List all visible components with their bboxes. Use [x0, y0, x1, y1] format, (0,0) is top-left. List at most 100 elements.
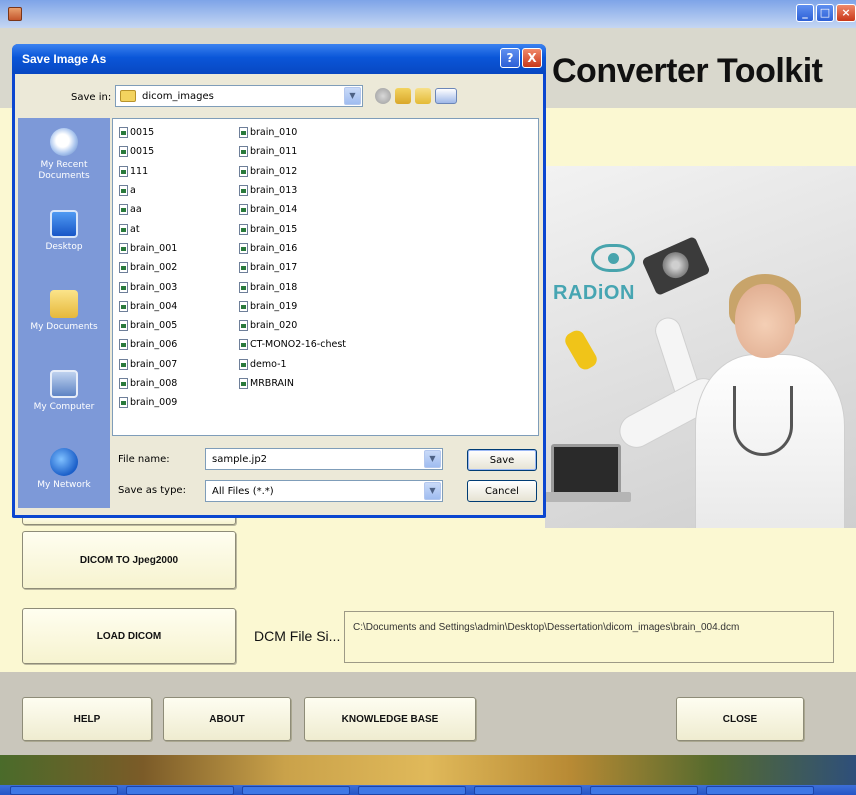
- list-item[interactable]: MRBRAIN: [239, 374, 346, 393]
- file-name: a: [130, 185, 136, 197]
- file-name: brain_008: [130, 378, 178, 389]
- file-icon: [239, 127, 248, 139]
- list-item[interactable]: brain_010: [239, 123, 346, 142]
- file-name: brain_015: [250, 223, 298, 235]
- list-item[interactable]: a: [119, 181, 177, 200]
- list-item[interactable]: brain_007: [119, 355, 177, 374]
- file-icon: [239, 300, 248, 312]
- file-name: at: [130, 223, 140, 235]
- file-icon: [119, 242, 128, 254]
- up-folder-icon[interactable]: [395, 88, 411, 104]
- list-item[interactable]: CT-MONO2-16-chest: [239, 335, 346, 354]
- taskbar-item[interactable]: [474, 786, 582, 795]
- list-item[interactable]: brain_020: [239, 316, 346, 335]
- chevron-down-icon[interactable]: ▼: [344, 87, 361, 105]
- views-menu-icon[interactable]: [435, 88, 457, 104]
- close-button[interactable]: CLOSE: [676, 697, 804, 741]
- save-as-type-dropdown[interactable]: All Files (*.*) ▼: [205, 480, 443, 502]
- place-desktop[interactable]: Desktop: [18, 210, 110, 253]
- file-name-field[interactable]: sample.jp2 ▼: [205, 448, 443, 470]
- app-title: Converter Toolkit: [552, 52, 823, 90]
- new-folder-icon[interactable]: [415, 88, 431, 104]
- file-name: brain_018: [250, 281, 298, 293]
- hard-drive-icon: [641, 235, 711, 297]
- list-item[interactable]: brain_009: [119, 393, 177, 412]
- dialog-help-button[interactable]: ?: [500, 48, 520, 68]
- help-button[interactable]: HELP: [22, 697, 152, 741]
- window-close-button[interactable]: ×: [836, 4, 856, 22]
- taskbar-item[interactable]: [706, 786, 814, 795]
- list-item[interactable]: brain_012: [239, 162, 346, 181]
- list-item[interactable]: brain_017: [239, 258, 346, 277]
- list-item[interactable]: brain_013: [239, 181, 346, 200]
- place-my-recent-documents[interactable]: My Recent Documents: [18, 128, 110, 182]
- list-item[interactable]: 111: [119, 162, 177, 181]
- file-icon: [119, 397, 128, 409]
- list-item[interactable]: brain_015: [239, 219, 346, 238]
- file-icon: [119, 127, 128, 139]
- chevron-down-icon[interactable]: ▼: [424, 482, 441, 500]
- load-dicom-button[interactable]: LOAD DICOM: [22, 608, 236, 664]
- file-name: brain_007: [130, 358, 178, 370]
- taskbar-item[interactable]: [126, 786, 234, 795]
- list-item[interactable]: 0015: [119, 123, 177, 142]
- file-name: demo-1: [250, 358, 287, 370]
- file-name: brain_006: [130, 339, 178, 351]
- cancel-button[interactable]: Cancel: [467, 480, 537, 502]
- taskbar-item[interactable]: [10, 786, 118, 795]
- file-icon: [119, 146, 128, 158]
- file-icon: [239, 358, 248, 370]
- file-name: brain_017: [250, 262, 298, 274]
- place-my-computer[interactable]: My Computer: [18, 370, 110, 413]
- chevron-down-icon[interactable]: ▼: [424, 450, 441, 468]
- place-label: My Network: [37, 480, 91, 490]
- list-item[interactable]: brain_002: [119, 258, 177, 277]
- list-item[interactable]: brain_014: [239, 200, 346, 219]
- app-titlebar: _ □ ×: [0, 0, 856, 28]
- list-item[interactable]: brain_005: [119, 316, 177, 335]
- list-item[interactable]: brain_008: [119, 374, 177, 393]
- documents-folder-icon: [50, 290, 78, 318]
- about-button[interactable]: ABOUT: [163, 697, 291, 741]
- save-in-value: dicom_images: [142, 91, 214, 102]
- minimize-button[interactable]: _: [796, 4, 814, 22]
- save-in-dropdown[interactable]: dicom_images ▼: [115, 85, 363, 107]
- list-item[interactable]: at: [119, 219, 177, 238]
- place-my-network[interactable]: My Network: [18, 448, 110, 491]
- list-item[interactable]: brain_011: [239, 142, 346, 161]
- maximize-button[interactable]: □: [816, 4, 834, 22]
- dcm-file-path-field[interactable]: C:\Documents and Settings\admin\Desktop\…: [344, 611, 834, 663]
- list-item[interactable]: 0015: [119, 142, 177, 161]
- back-icon[interactable]: [375, 88, 391, 104]
- list-item[interactable]: aa: [119, 200, 177, 219]
- place-label: My Documents: [30, 322, 98, 332]
- list-item[interactable]: brain_004: [119, 297, 177, 316]
- file-icon: [119, 378, 128, 389]
- save-button[interactable]: Save: [467, 449, 537, 471]
- taskbar-item[interactable]: [590, 786, 698, 795]
- file-name-label: File name:: [118, 454, 170, 465]
- list-item[interactable]: brain_019: [239, 297, 346, 316]
- taskbar-item[interactable]: [242, 786, 350, 795]
- file-name-value: sample.jp2: [212, 454, 268, 465]
- file-name: brain_016: [250, 242, 298, 254]
- list-item[interactable]: brain_003: [119, 277, 177, 296]
- file-icon: [239, 242, 248, 254]
- list-item[interactable]: brain_016: [239, 239, 346, 258]
- hero-illustration: RADiON: [545, 166, 856, 528]
- dialog-close-button[interactable]: X: [522, 48, 542, 68]
- file-list[interactable]: 0015 0015 111 a aa at brain_001 brain_00…: [112, 118, 539, 436]
- taskbar-item[interactable]: [358, 786, 466, 795]
- list-item[interactable]: brain_018: [239, 277, 346, 296]
- place-my-documents[interactable]: My Documents: [18, 290, 110, 333]
- file-name: brain_020: [250, 320, 298, 332]
- knowledge-base-button[interactable]: KNOWLEDGE BASE: [304, 697, 476, 741]
- file-name: 0015: [130, 127, 155, 139]
- network-globe-icon: [50, 448, 78, 476]
- list-item[interactable]: demo-1: [239, 355, 346, 374]
- laptop-icon: [551, 444, 621, 496]
- dicom-to-jpeg2000-button[interactable]: DICOM TO Jpeg2000: [22, 531, 236, 589]
- list-item[interactable]: brain_001: [119, 239, 177, 258]
- file-icon: [119, 358, 128, 370]
- list-item[interactable]: brain_006: [119, 335, 177, 354]
